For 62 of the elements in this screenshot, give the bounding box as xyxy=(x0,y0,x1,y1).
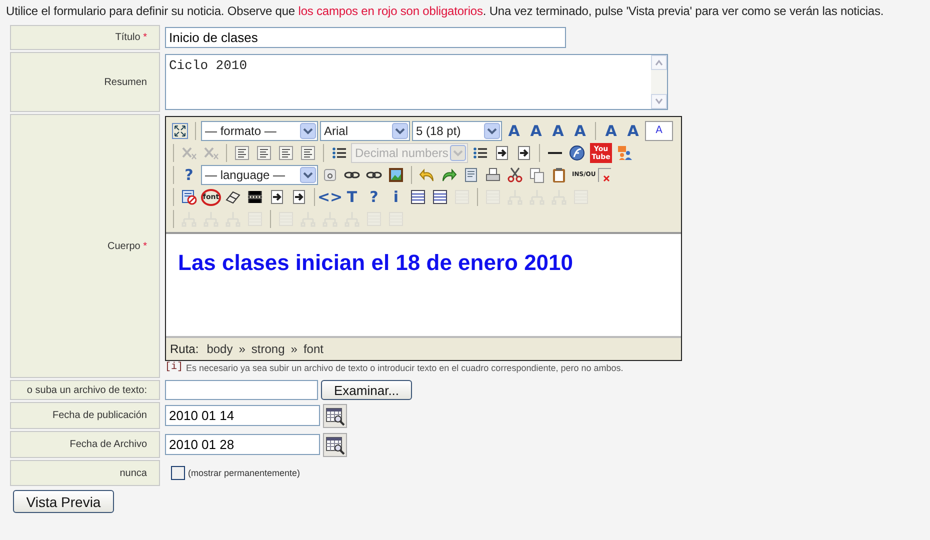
people-icon[interactable] xyxy=(615,143,635,163)
caret-icon xyxy=(484,123,500,139)
caret-icon xyxy=(300,167,316,183)
path-item: font xyxy=(303,342,324,356)
letter-button[interactable]: T xyxy=(342,187,362,207)
letter-button[interactable]: i xyxy=(386,187,406,207)
letter-swatch-button[interactable]: A xyxy=(645,121,673,141)
text-lines-icon[interactable] xyxy=(232,143,252,163)
letter-button[interactable]: ? xyxy=(364,187,384,207)
file-field[interactable] xyxy=(165,380,318,400)
toolbar-dropdown[interactable]: Arial xyxy=(320,121,410,141)
hint-text: Es necesario ya sea subir un archivo de texto o introducir texto en el cuadro correspondiente, pero no ambos. xyxy=(186,362,624,372)
document-forbidden-icon[interactable] xyxy=(179,187,199,207)
scissors-icon[interactable] xyxy=(505,165,525,185)
summary-field[interactable]: Ciclo 2010 xyxy=(165,54,668,110)
disc-icon[interactable] xyxy=(567,143,587,163)
text-lines-icon[interactable] xyxy=(254,143,274,163)
letter-button[interactable]: A xyxy=(601,121,621,141)
info-mark: [i] xyxy=(165,362,184,373)
field-label: Título * xyxy=(10,25,160,50)
field-label: nunca xyxy=(10,460,160,486)
date-field[interactable]: 2010 01 14 xyxy=(165,405,320,426)
text-lines-icon[interactable] xyxy=(298,143,318,163)
calendar-icon[interactable] xyxy=(323,432,347,456)
letter-button[interactable]: A xyxy=(526,121,546,141)
letter-button[interactable]: ? xyxy=(179,165,199,185)
field-label: o suba un archivo de texto: xyxy=(10,380,160,400)
table-icon[interactable] xyxy=(430,187,450,207)
scrollbar-icon xyxy=(651,55,667,109)
caret-icon xyxy=(392,123,408,139)
picture-icon[interactable] xyxy=(386,165,406,185)
path-label: Ruta: xyxy=(170,342,199,356)
path-item: body xyxy=(206,342,233,356)
title-field[interactable]: Inicio de clases xyxy=(165,27,566,48)
caret-icon xyxy=(300,123,316,139)
letter-button[interactable]: A xyxy=(548,121,568,141)
letter-button[interactable]: <> xyxy=(320,187,340,207)
toolbar-dropdown[interactable]: — language — xyxy=(201,165,318,185)
field-label: Fecha de Archivo xyxy=(10,431,160,458)
path-item: strong xyxy=(251,342,285,356)
table-icon[interactable] xyxy=(408,187,428,207)
caret-icon xyxy=(450,145,466,161)
calendar-icon[interactable] xyxy=(323,404,347,428)
toolbar-dropdown[interactable]: 5 (18 pt) xyxy=(412,121,502,141)
checkbox-caption: (mostrar permanentemente) xyxy=(188,468,300,478)
expand-icon[interactable] xyxy=(170,121,190,141)
field-label: Fecha de publicación xyxy=(10,402,160,429)
field-label: Cuerpo * xyxy=(10,114,160,378)
path-item: » xyxy=(238,342,246,356)
letter-button[interactable]: A xyxy=(570,121,590,141)
field-label: Resumen xyxy=(10,52,160,112)
path-item: » xyxy=(290,342,298,356)
browse-button[interactable]: Examinar... xyxy=(321,380,412,400)
never-checkbox[interactable] xyxy=(171,466,185,480)
letter-button[interactable]: A xyxy=(504,121,524,141)
intro-text: Utilice el formulario para definir su noticia. Observe que los campos en rojo son obligatorios. Una vez terminado, pulse 'Vista previa' para ver como se verán las noticias. xyxy=(6,4,885,18)
date-field[interactable]: 2010 01 28 xyxy=(165,434,320,455)
preview-button[interactable]: Vista Previa xyxy=(13,490,114,513)
editor-content[interactable]: Las clases inician el 18 de enero 2010 xyxy=(166,234,681,338)
toolbar-dropdown[interactable]: — formato — xyxy=(201,121,318,141)
letter-button[interactable]: A xyxy=(623,121,643,141)
text-lines-icon[interactable] xyxy=(276,143,296,163)
